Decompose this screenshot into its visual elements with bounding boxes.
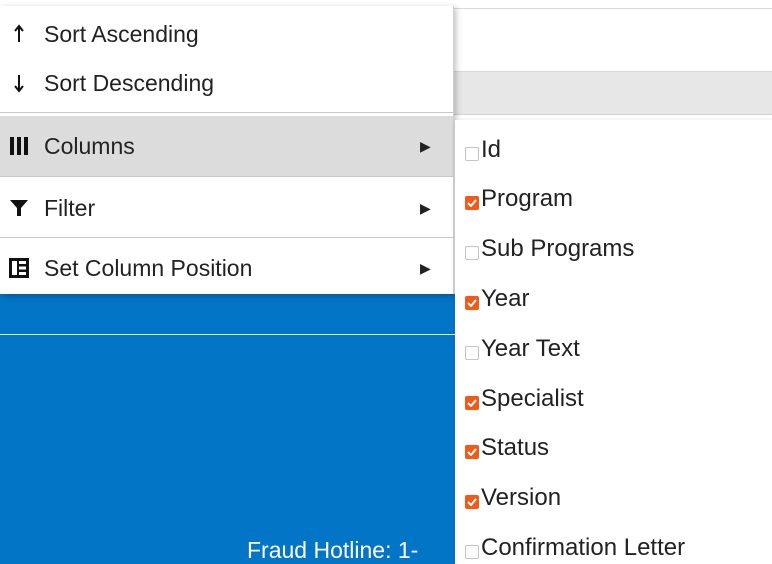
- column-option-label: Specialist: [481, 385, 584, 412]
- column-option-confirmation-letter[interactable]: Confirmation Letter: [455, 528, 772, 564]
- column-option-version[interactable]: Version: [455, 478, 772, 518]
- columns-icon: [2, 136, 36, 156]
- grid-toolbar: [454, 8, 772, 72]
- column-option-label: Program: [481, 185, 574, 212]
- grid-page: Fraud Hotline: 1- Sort Ascending Sort De…: [0, 0, 772, 564]
- menu-item-label: Columns: [44, 132, 135, 159]
- column-checkbox[interactable]: [465, 495, 479, 509]
- filter-icon: [2, 198, 36, 218]
- menu-divider: [0, 237, 453, 238]
- grid-header-row: [454, 72, 772, 115]
- column-option-label: Version: [481, 484, 562, 511]
- column-option-program[interactable]: Program: [455, 179, 772, 219]
- column-option-label: Id: [481, 136, 502, 163]
- menu-item-filter[interactable]: Filter ▶: [0, 180, 453, 236]
- columns-submenu: Id Program Sub Programs Year Year Text S…: [455, 120, 772, 564]
- arrow-down-icon: [2, 73, 36, 93]
- column-checkbox[interactable]: [465, 545, 479, 559]
- column-option-status[interactable]: Status: [455, 428, 772, 468]
- column-option-label: Sub Programs: [481, 235, 635, 262]
- column-option-year-text[interactable]: Year Text: [455, 329, 772, 369]
- menu-divider: [0, 112, 453, 113]
- menu-item-columns[interactable]: Columns ▶: [0, 116, 453, 176]
- submenu-arrow-icon: ▶: [420, 259, 431, 276]
- column-option-specialist[interactable]: Specialist: [455, 379, 772, 419]
- column-option-label: Confirmation Letter: [481, 534, 686, 561]
- column-checkbox[interactable]: [465, 196, 479, 210]
- menu-item-label: Sort Descending: [44, 69, 215, 96]
- menu-item-label: Set Column Position: [44, 254, 253, 281]
- column-menu: Sort Ascending Sort Descending Columns ▶…: [0, 6, 454, 294]
- column-checkbox[interactable]: [465, 296, 479, 310]
- column-option-sub-programs[interactable]: Sub Programs: [455, 229, 772, 269]
- column-checkbox[interactable]: [465, 246, 479, 260]
- menu-divider: [0, 176, 453, 177]
- column-checkbox[interactable]: [465, 147, 479, 161]
- column-option-year[interactable]: Year: [455, 279, 772, 319]
- column-checkbox[interactable]: [465, 445, 479, 459]
- menu-item-sort-ascending[interactable]: Sort Ascending: [0, 14, 453, 54]
- column-option-label: Year: [481, 285, 530, 312]
- column-checkbox[interactable]: [465, 346, 479, 360]
- menu-item-label: Sort Ascending: [44, 20, 199, 47]
- submenu-arrow-icon: ▶: [420, 199, 431, 216]
- column-checkbox[interactable]: [465, 396, 479, 410]
- arrow-up-icon: [2, 24, 36, 44]
- menu-item-sort-descending[interactable]: Sort Descending: [0, 63, 453, 103]
- fraud-hotline-text: Fraud Hotline: 1-: [247, 537, 419, 563]
- column-option-label: Status: [481, 434, 550, 461]
- column-option-id[interactable]: Id: [455, 130, 772, 170]
- menu-item-label: Filter: [44, 194, 96, 221]
- footer-divider: [0, 334, 460, 335]
- submenu-arrow-icon: ▶: [420, 137, 431, 154]
- column-option-label: Year Text: [481, 335, 580, 362]
- set-position-icon: [2, 257, 36, 279]
- menu-item-set-column-position[interactable]: Set Column Position ▶: [0, 240, 453, 296]
